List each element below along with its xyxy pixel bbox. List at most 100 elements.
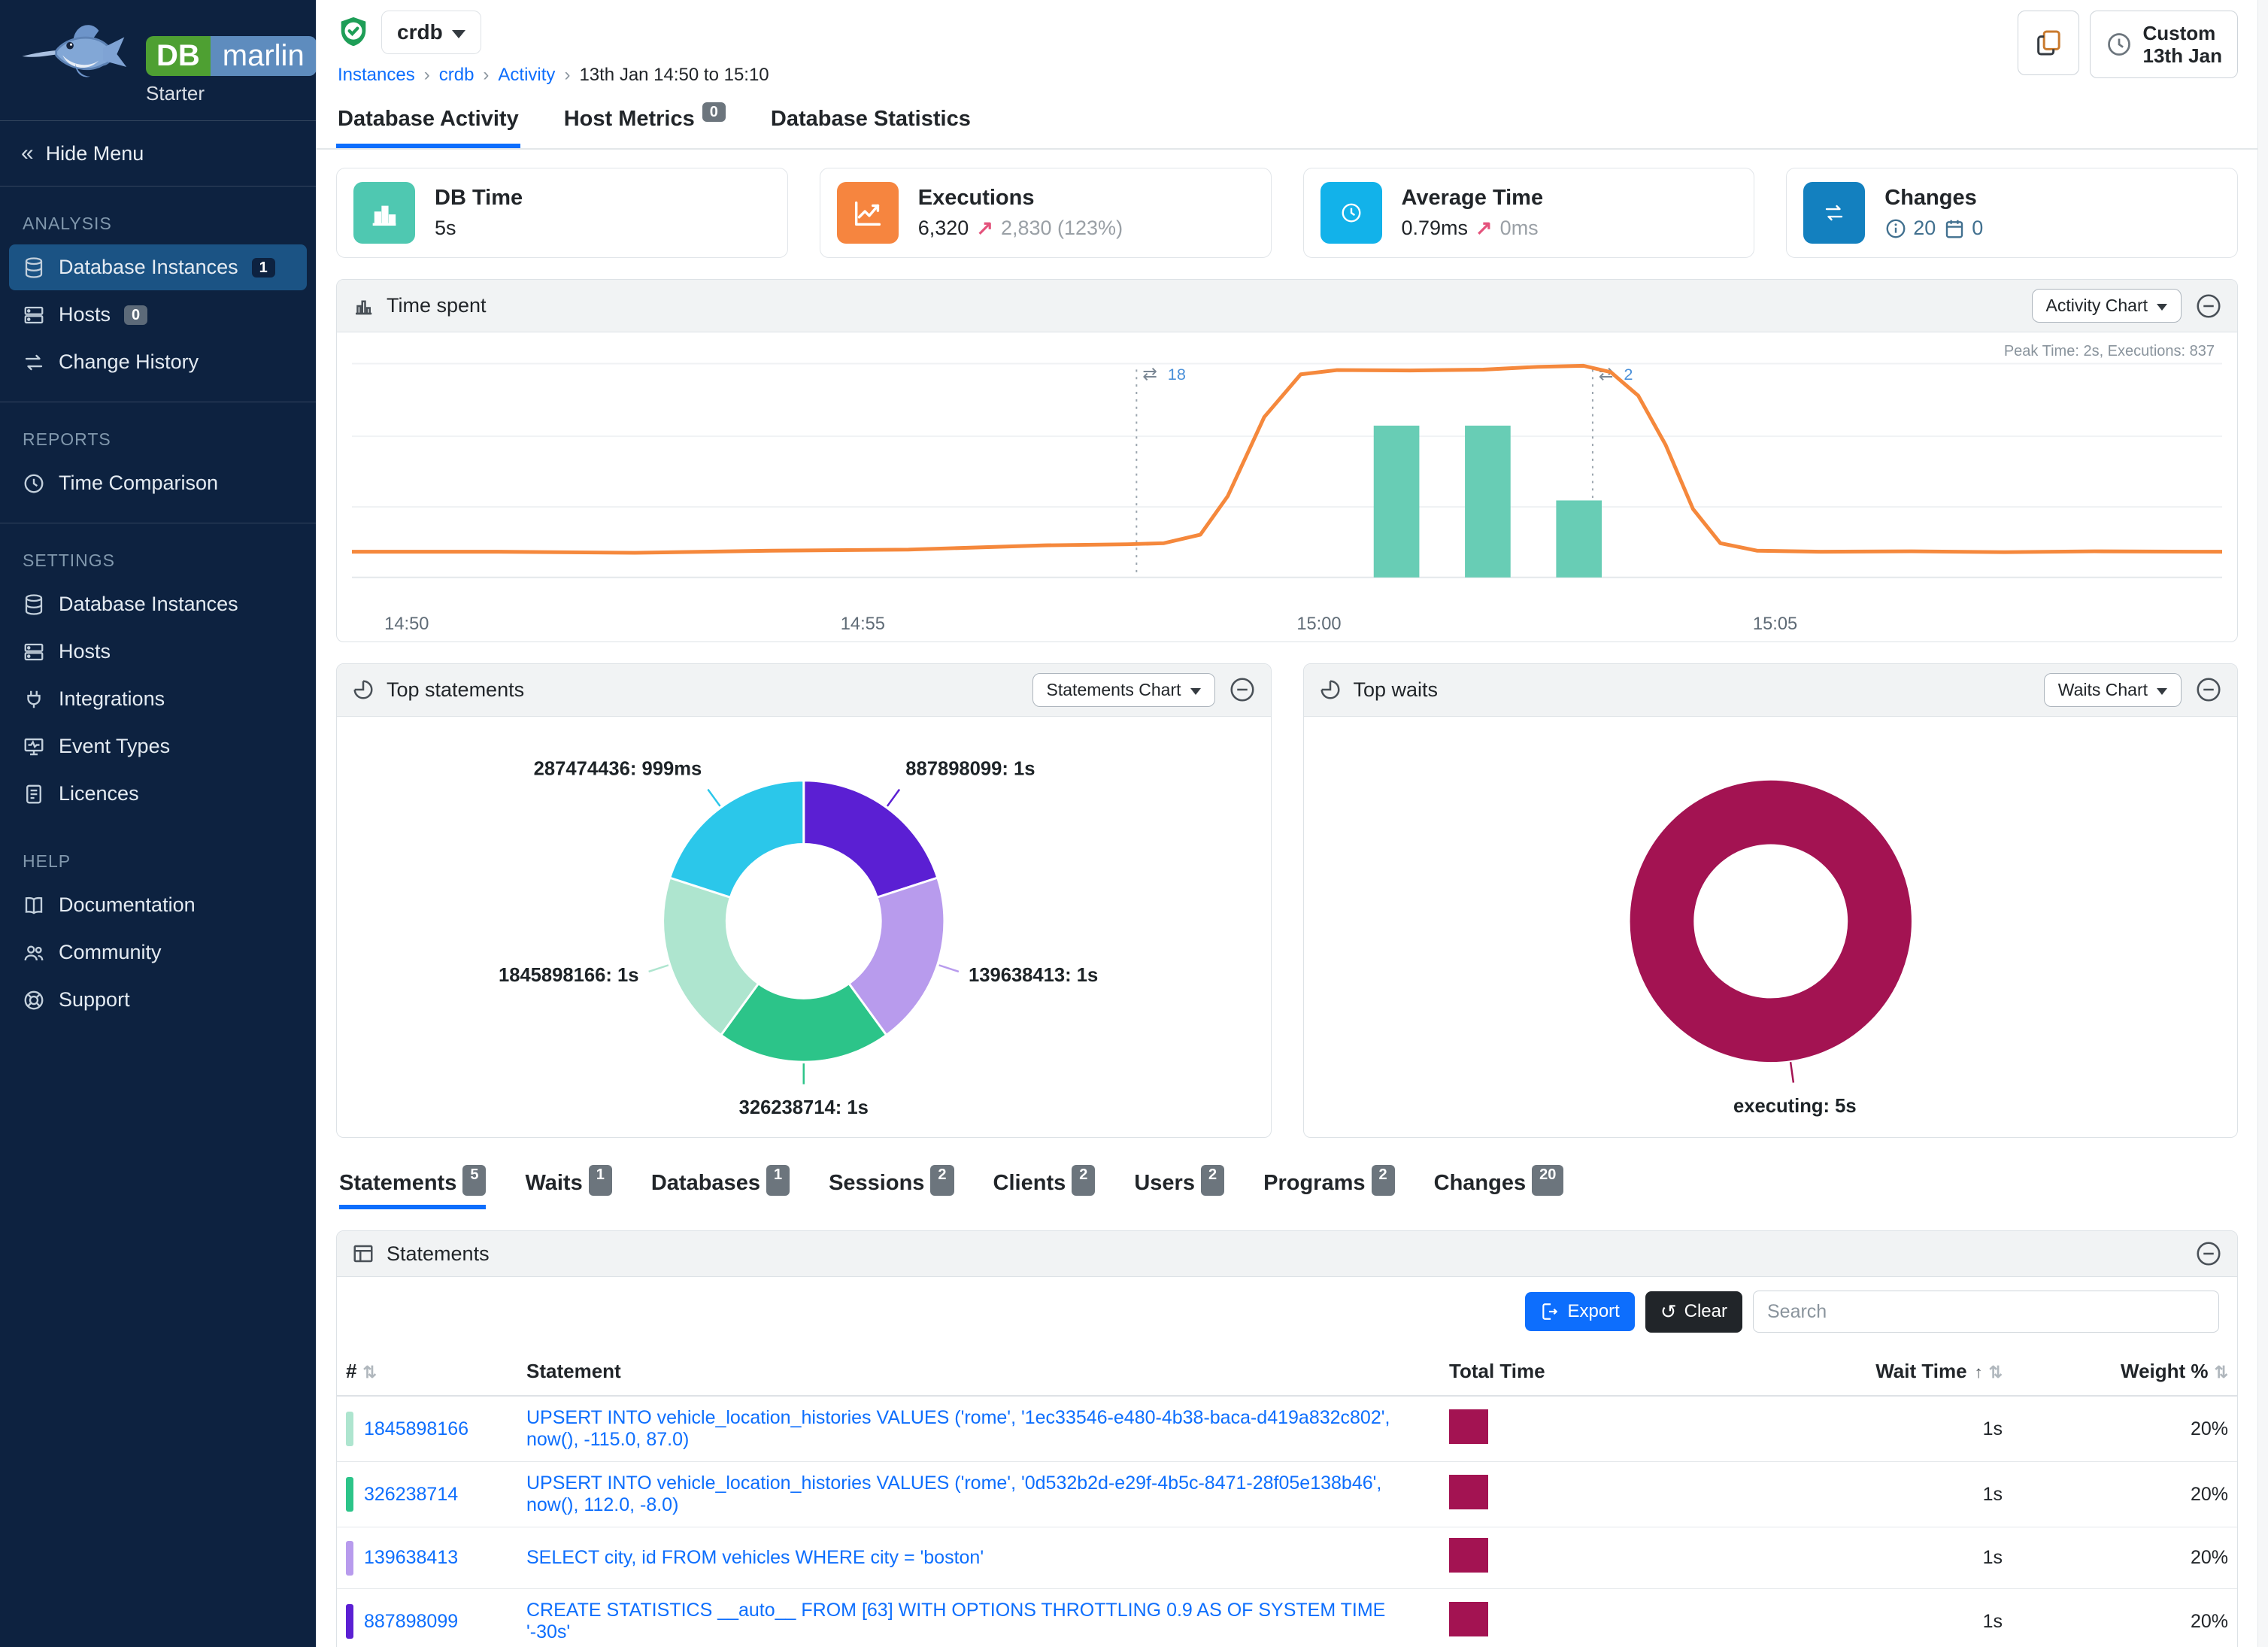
collapse-panel-button[interactable] (1229, 676, 1256, 703)
detail-tab-sessions[interactable]: Sessions2 (829, 1171, 954, 1209)
tab-host-metrics[interactable]: Host Metrics0 (562, 96, 727, 148)
statement-id-link[interactable]: 326238714 (364, 1484, 458, 1506)
tab-database-statistics[interactable]: Database Statistics (769, 96, 972, 148)
sidebar-section-analysis: ANALYSISDatabase Instances1Hosts0Change … (0, 191, 316, 397)
sidebar-item-database-instances[interactable]: Database Instances1 (9, 244, 307, 290)
waits-chart-select[interactable]: Waits Chart (2044, 673, 2182, 707)
export-icon (1540, 1302, 1560, 1321)
weight-value: 20% (2012, 1527, 2237, 1589)
collapse-panel-button[interactable] (2195, 676, 2222, 703)
sidebar-section-label: HELP (0, 835, 316, 881)
kpi-card-changes: Changes200 (1786, 168, 2238, 258)
table-row: 326238714 UPSERT INTO vehicle_location_hi… (337, 1462, 2237, 1527)
wait-time-value: 1s (1666, 1396, 2012, 1462)
divider (0, 120, 316, 121)
collapse-panel-button[interactable] (2195, 1240, 2222, 1267)
divider (0, 186, 316, 187)
total-time-bar (1449, 1602, 1488, 1636)
edition-label: Starter (146, 82, 317, 105)
statements-donut-chart[interactable]: 887898099: 1s139638413: 1s326238714: 1s1… (344, 720, 1263, 1135)
export-button[interactable]: Export (1525, 1292, 1634, 1331)
event-icon (23, 736, 45, 758)
sidebar-item-integrations[interactable]: Integrations (9, 676, 307, 722)
sidebar-item-documentation[interactable]: Documentation (9, 882, 307, 928)
sidebar-item-community[interactable]: Community (9, 930, 307, 975)
statement-id-link[interactable]: 1845898166 (364, 1418, 468, 1440)
panel-title: Statements (387, 1242, 490, 1266)
statement-link[interactable]: UPSERT INTO vehicle_location_histories V… (526, 1473, 1381, 1515)
sidebar-section-help: HELPDocumentationCommunitySupport (0, 829, 316, 1035)
statement-link[interactable]: CREATE STATISTICS __auto__ FROM [63] WIT… (526, 1600, 1385, 1642)
hide-menu-button[interactable]: « Hide Menu (0, 126, 316, 181)
detail-tab-programs[interactable]: Programs2 (1263, 1171, 1395, 1209)
count-badge: 20 (1532, 1165, 1563, 1196)
collapse-panel-button[interactable] (2195, 293, 2222, 320)
sidebar-item-change-history[interactable]: Change History (9, 339, 307, 385)
count-badge: 2 (1072, 1165, 1095, 1196)
count-badge: 5 (462, 1165, 486, 1196)
sidebar-item-support[interactable]: Support (9, 977, 307, 1023)
sidebar-item-database-instances[interactable]: Database Instances (9, 581, 307, 627)
instance-selector[interactable]: crdb (381, 11, 481, 54)
chevron-down-icon (2157, 688, 2167, 695)
panel-title: Time spent (387, 294, 487, 317)
column-header-statement[interactable]: Statement (517, 1348, 1440, 1396)
statement-link[interactable]: SELECT city, id FROM vehicles WHERE city… (526, 1547, 984, 1568)
search-input[interactable] (1753, 1291, 2219, 1333)
waits-donut-chart[interactable]: executing: 5s (1311, 720, 2230, 1135)
breadcrumb: Instances›crdb›Activity›13th Jan 14:50 t… (338, 65, 769, 86)
detail-tab-databases[interactable]: Databases1 (651, 1171, 790, 1209)
shield-check-icon (336, 15, 371, 50)
statements-table: #⇅StatementTotal TimeWait Time↑⇅Weight %… (337, 1348, 2237, 1647)
statement-id-link[interactable]: 139638413 (364, 1547, 458, 1569)
column-header-total-time[interactable]: Total Time (1440, 1348, 1666, 1396)
clock-icon (2106, 31, 2133, 58)
detail-tab-waits[interactable]: Waits1 (525, 1171, 611, 1209)
pie-chart-icon (352, 678, 374, 701)
clock-icon (23, 472, 45, 495)
breadcrumb-activity[interactable]: Activity (498, 65, 555, 86)
detail-tab-users[interactable]: Users2 (1134, 1171, 1224, 1209)
statement-color-bar (346, 1541, 353, 1576)
detail-tab-clients[interactable]: Clients2 (993, 1171, 1096, 1209)
sidebar-section-reports: REPORTSTime Comparison (0, 407, 316, 518)
undo-icon: ↺ (1660, 1300, 1677, 1324)
copy-link-button[interactable] (2018, 11, 2079, 75)
activity-chart[interactable]: ⇄18⇄214:5014:5515:0015:05 (352, 337, 2222, 640)
weight-value: 20% (2012, 1462, 2237, 1527)
count-badge: 1 (589, 1165, 612, 1196)
top-bar: crdb Instances›crdb›Activity›13th Jan 14… (317, 0, 2257, 92)
logo-db-badge: DB (146, 36, 211, 76)
breadcrumb-separator: › (564, 65, 570, 86)
detail-tab-changes[interactable]: Changes20 (1434, 1171, 1564, 1209)
column-header--[interactable]: #⇅ (337, 1348, 517, 1396)
count-badge: 2 (1201, 1165, 1224, 1196)
sidebar-section-settings: SETTINGSDatabase InstancesHostsIntegrati… (0, 528, 316, 829)
top-statements-panel: Top statements Statements Chart (336, 663, 1272, 1139)
marlin-logo-icon (14, 17, 141, 92)
sidebar-item-hosts[interactable]: Hosts (9, 629, 307, 675)
breadcrumb-crdb[interactable]: crdb (439, 65, 475, 86)
sidebar-item-hosts[interactable]: Hosts0 (9, 292, 307, 338)
detail-tab-statements[interactable]: Statements5 (339, 1171, 486, 1209)
clear-button[interactable]: ↺ Clear (1645, 1291, 1742, 1333)
statements-chart-select[interactable]: Statements Chart (1032, 673, 1215, 707)
table-row: 1845898166 UPSERT INTO vehicle_location_h… (337, 1396, 2237, 1462)
sidebar-item-licences[interactable]: Licences (9, 771, 307, 817)
time-range-button[interactable]: Custom 13th Jan (2090, 11, 2239, 78)
scrollbar[interactable] (2257, 0, 2268, 1647)
svg-text:887898099: 1s: 887898099: 1s (905, 758, 1035, 779)
activity-chart-select[interactable]: Activity Chart (2032, 289, 2182, 323)
statement-link[interactable]: UPSERT INTO vehicle_location_histories V… (526, 1407, 1390, 1450)
breadcrumb-instances[interactable]: Instances (338, 65, 415, 86)
peak-label: Peak Time: 2s, Executions: 837 (2004, 343, 2215, 360)
statement-id-link[interactable]: 887898099 (364, 1611, 458, 1633)
column-header-wait-time[interactable]: Wait Time↑⇅ (1666, 1348, 2012, 1396)
sidebar-item-time-comparison[interactable]: Time Comparison (9, 460, 307, 506)
kpi-value: 0.79ms↗0ms (1402, 217, 1544, 240)
column-header-weight-[interactable]: Weight %⇅ (2012, 1348, 2237, 1396)
sidebar-item-event-types[interactable]: Event Types (9, 723, 307, 769)
tab-database-activity[interactable]: Database Activity (336, 96, 520, 148)
logo-marlin-badge: marlin (211, 36, 317, 76)
copy-icon (2033, 28, 2063, 58)
